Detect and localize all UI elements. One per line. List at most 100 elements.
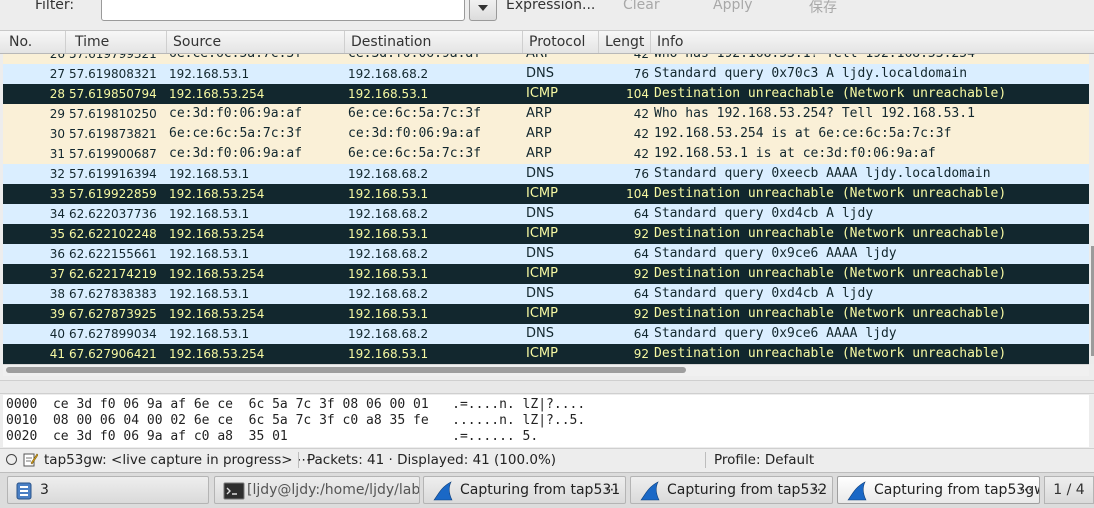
cell-no: 32	[49, 167, 65, 181]
cell-length: 92	[633, 307, 649, 321]
bytes-pane-vscrollbar[interactable]	[1089, 395, 1094, 447]
cell-protocol: ICMP	[526, 346, 558, 361]
table-row[interactable]: 27 57.619808321 192.168.53.1 192.168.68.2 DN…	[3, 64, 1089, 84]
packet-bytes-pane: 0000 ce 3d f0 06 9a af 6e ce 6c 5a 7c 3f…	[3, 395, 1089, 447]
taskbar-item-overflow: ⋯	[812, 482, 826, 498]
table-row[interactable]: 30 57.619873821 6e:ce:6c:5a:7c:3f ce:3d:f0:…	[3, 124, 1089, 144]
cell-destination: 192.168.68.2	[348, 67, 429, 81]
cell-source: 192.168.53.1	[169, 327, 250, 341]
cell-time: 57.619900687	[69, 147, 157, 161]
cell-source: 192.168.53.1	[169, 207, 250, 221]
cell-destination: 6e:ce:6c:5a:7c:3f	[348, 106, 482, 121]
cell-time: 67.627873925	[69, 307, 157, 321]
column-header-time[interactable]: Time	[69, 31, 167, 53]
cell-no: 36	[49, 247, 65, 261]
table-row[interactable]: 40 67.627899034 192.168.53.1 192.168.68.2 DN…	[3, 324, 1089, 344]
cell-time: 67.627899034	[69, 327, 157, 341]
column-header-no[interactable]: No.	[3, 31, 66, 53]
cell-length: 76	[633, 67, 649, 81]
table-row[interactable]: 26 57.619799321 6e:ce:6c:5a:7c:3f ce:3d:…	[3, 54, 1089, 64]
cell-length: 104	[626, 187, 649, 201]
expert-info-indicator-icon[interactable]	[6, 454, 17, 465]
taskbar-item-wireshark-tap532[interactable]: Capturing from tap532 ⋯	[630, 476, 833, 504]
capture-comment-icon[interactable]	[23, 452, 38, 467]
taskbar-item-wireshark-tap531[interactable]: Capturing from tap531 ⋯	[423, 476, 626, 504]
workspace-pager[interactable]: 1 / 4	[1044, 476, 1094, 504]
cell-length: 42	[633, 54, 649, 61]
column-header-protocol[interactable]: Protocol	[523, 31, 599, 53]
cell-protocol: ICMP	[526, 226, 558, 241]
cell-protocol: ARP	[526, 106, 552, 121]
cell-info: Destination unreachable (Network unreach…	[654, 306, 1007, 321]
cell-source: 6e:ce:6c:5a:7c:3f	[169, 54, 345, 64]
taskbar-item-wireshark-tap53gw[interactable]: Capturing from tap53gw ⋯	[837, 476, 1040, 504]
packet-list[interactable]: 26 57.619799321 6e:ce:6c:5a:7c:3f ce:3d:…	[3, 54, 1089, 364]
cell-source: 6e:ce:6c:5a:7c:3f	[169, 126, 303, 141]
cell-time: 67.627838383	[69, 287, 157, 301]
cell-source: 192.168.53.1	[169, 167, 250, 181]
table-row[interactable]: 38 67.627838383 192.168.53.1 192.168.68.2 DN…	[3, 284, 1089, 304]
expression-button[interactable]: Expression...	[506, 0, 595, 13]
cell-no: 33	[49, 187, 65, 201]
cell-info: Destination unreachable (Network unreach…	[654, 266, 1007, 281]
profile-text[interactable]: Profile: Default	[714, 449, 814, 471]
packet-list-hscroll-thumb[interactable]	[6, 367, 686, 373]
cell-info: Standard query 0x9ce6 AAAA ljdy	[654, 246, 897, 261]
taskbar-item-label: Capturing from tap532	[667, 482, 828, 498]
table-row[interactable]: 31 57.619900687 ce:3d:f0:06:9a:af 6e:ce:6c:…	[3, 144, 1089, 164]
table-row[interactable]: 36 62.622155661 192.168.53.1 192.168.68.2 DN…	[3, 244, 1089, 264]
cell-destination: 6e:ce:6c:5a:7c:3f	[348, 146, 482, 161]
save-button[interactable]: 保存	[809, 0, 837, 17]
cell-no: 37	[49, 267, 65, 281]
filter-history-dropdown[interactable]	[469, 0, 497, 21]
cell-info: Standard query 0x9ce6 AAAA ljdy	[654, 326, 897, 341]
table-row[interactable]: 33 57.619922859 192.168.53.254 192.168.53.1…	[3, 184, 1089, 204]
cell-no: 38	[49, 287, 65, 301]
cell-info: 192.168.53.1 is at ce:3d:f0:06:9a:af	[654, 146, 936, 161]
table-row[interactable]: 29 57.619810250 ce:3d:f0:06:9a:af 6e:ce:6c:…	[3, 104, 1089, 124]
cell-protocol: ARP	[526, 126, 552, 141]
filter-label: Filter:	[35, 0, 75, 13]
cell-length: 64	[633, 247, 649, 261]
cell-length: 92	[633, 227, 649, 241]
taskbar-item-terminal[interactable]: [ljdy@ljdy:/home/ljdy/lab/3]	[214, 476, 420, 504]
clear-button[interactable]: Clear	[623, 0, 660, 13]
cell-length: 64	[633, 287, 649, 301]
table-row[interactable]: 34 62.622037736 192.168.53.1 192.168.68.2 DN…	[3, 204, 1089, 224]
table-row[interactable]: 41 67.627906421 192.168.53.254 192.168.53.1…	[3, 344, 1089, 364]
pane-splitter[interactable]	[0, 380, 1094, 394]
cell-info: Destination unreachable (Network unreach…	[654, 86, 1007, 101]
status-separator	[298, 452, 299, 468]
table-row[interactable]: 39 67.627873925 192.168.53.254 192.168.53.1…	[3, 304, 1089, 324]
cell-protocol: ARP	[526, 54, 602, 64]
apply-button[interactable]: Apply	[713, 0, 753, 13]
cell-length: 64	[633, 327, 649, 341]
cell-destination: 192.168.53.1	[348, 267, 429, 281]
taskbar-item-overflow: ⋯	[1019, 482, 1033, 498]
cell-time: 57.619808321	[69, 67, 157, 81]
table-row[interactable]: 32 57.619916394 192.168.53.1 192.168.68.2 DN…	[3, 164, 1089, 184]
column-header-source[interactable]: Source	[167, 31, 345, 53]
column-header-info[interactable]: Info	[651, 31, 1089, 53]
workspace-switcher[interactable]: 3	[7, 476, 209, 504]
cell-protocol: DNS	[526, 246, 554, 261]
cell-protocol: DNS	[526, 286, 554, 301]
taskbar-item-label: Capturing from tap53gw	[874, 482, 1040, 498]
table-row[interactable]: 37 62.622174219 192.168.53.254 192.168.53.1…	[3, 264, 1089, 284]
packets-count-text: Packets: 41 · Displayed: 41 (100.0%)	[307, 452, 557, 468]
column-header-length[interactable]: Lengt	[599, 31, 651, 53]
cell-destination: 192.168.53.1	[348, 87, 429, 101]
taskbar-item-overflow: ⋯	[605, 482, 619, 498]
column-header-destination[interactable]: Destination	[345, 31, 523, 53]
cell-info: Destination unreachable (Network unreach…	[654, 186, 1007, 201]
cell-time: 57.619922859	[69, 187, 157, 201]
table-row[interactable]: 35 62.622102248 192.168.53.254 192.168.53.1…	[3, 224, 1089, 244]
hex-line: 0000 ce 3d f0 06 9a af 6e ce 6c 5a 7c 3f…	[6, 397, 586, 412]
table-row[interactable]: 28 57.619850794 192.168.53.254 192.168.53.1…	[3, 84, 1089, 104]
cell-length: 76	[633, 167, 649, 181]
cell-source: ce:3d:f0:06:9a:af	[169, 146, 303, 161]
cell-destination: 192.168.68.2	[348, 207, 429, 221]
cell-no: 39	[49, 307, 65, 321]
cell-time: 57.619799321	[69, 54, 157, 61]
filter-input[interactable]	[101, 0, 465, 21]
